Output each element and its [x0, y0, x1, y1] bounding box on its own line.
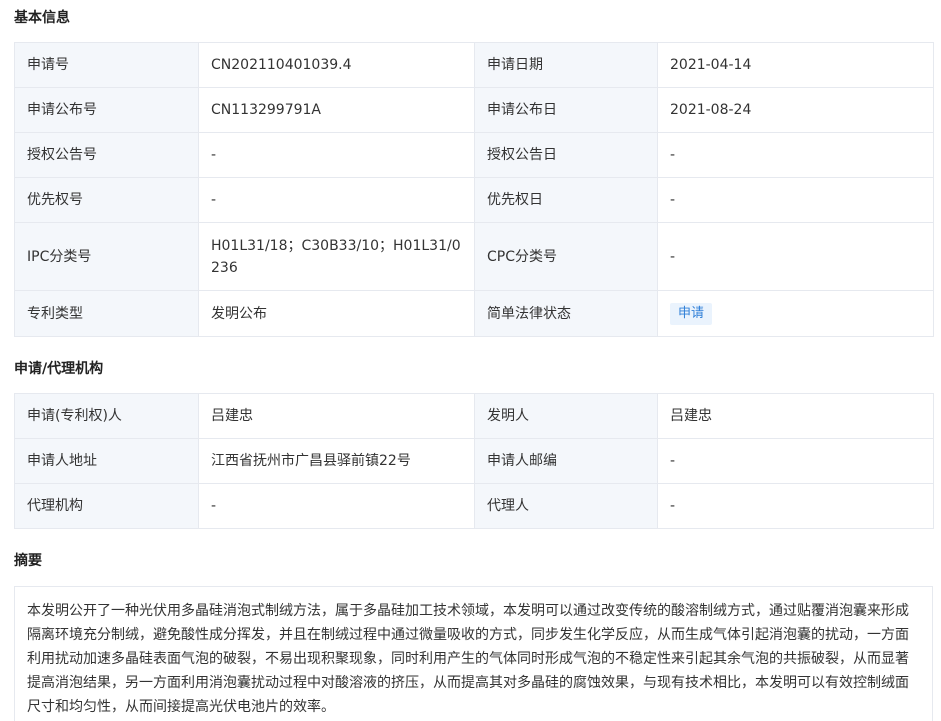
table-row: 代理机构 - 代理人 - — [14, 483, 934, 529]
section-title-basic-info: 基本信息 — [14, 10, 70, 26]
legal-status-cell: 申请 — [657, 290, 934, 337]
field-label: 简单法律状态 — [474, 290, 658, 337]
table-row: IPC分类号 H01L31/18；C30B33/10；H01L31/0236 C… — [14, 222, 934, 291]
field-value: H01L31/18；C30B33/10；H01L31/0236 — [198, 222, 475, 291]
field-value: 江西省抚州市广昌县驿前镇22号 — [198, 438, 475, 484]
field-value: 吕建忠 — [198, 393, 475, 439]
table-row: 申请号 CN202110401039.4 申请日期 2021-04-14 — [14, 42, 934, 88]
field-label: 申请日期 — [474, 42, 658, 88]
abstract-text: 本发明公开了一种光伏用多晶硅消泡式制绒方法，属于多晶硅加工技术领域，本发明可以通… — [14, 586, 933, 721]
field-label: 优先权日 — [474, 177, 658, 223]
field-label: 代理人 — [474, 483, 658, 529]
field-value: - — [657, 483, 934, 529]
field-value: - — [657, 438, 934, 484]
table-row: 专利类型 发明公布 简单法律状态 申请 — [14, 290, 934, 337]
field-value: - — [657, 222, 934, 291]
field-label: 优先权号 — [14, 177, 199, 223]
field-value: - — [198, 483, 475, 529]
table-row: 授权公告号 - 授权公告日 - — [14, 132, 934, 178]
field-value: - — [657, 177, 934, 223]
field-label: 申请公布号 — [14, 87, 199, 133]
table-row: 申请(专利权)人 吕建忠 发明人 吕建忠 — [14, 393, 934, 439]
field-label: 授权公告号 — [14, 132, 199, 178]
field-label: IPC分类号 — [14, 222, 199, 291]
field-label: 申请人地址 — [14, 438, 199, 484]
field-label: 专利类型 — [14, 290, 199, 337]
field-label: 授权公告日 — [474, 132, 658, 178]
field-value: - — [657, 132, 934, 178]
table-row: 优先权号 - 优先权日 - — [14, 177, 934, 223]
field-value: CN113299791A — [198, 87, 475, 133]
field-value: 2021-08-24 — [657, 87, 934, 133]
field-label: 代理机构 — [14, 483, 199, 529]
field-value: 吕建忠 — [657, 393, 934, 439]
basic-info-table: 申请号 CN202110401039.4 申请日期 2021-04-14 申请公… — [14, 42, 934, 337]
status-badge: 申请 — [670, 303, 713, 325]
section-title-abstract: 摘要 — [14, 553, 42, 569]
field-label: 发明人 — [474, 393, 658, 439]
field-label: 申请号 — [14, 42, 199, 88]
field-label: 申请(专利权)人 — [14, 393, 199, 439]
field-value: - — [198, 177, 475, 223]
table-row: 申请人地址 江西省抚州市广昌县驿前镇22号 申请人邮编 - — [14, 438, 934, 484]
field-value: 发明公布 — [198, 290, 475, 337]
field-label: 申请公布日 — [474, 87, 658, 133]
field-value: CN202110401039.4 — [198, 42, 475, 88]
table-row: 申请公布号 CN113299791A 申请公布日 2021-08-24 — [14, 87, 934, 133]
field-label: 申请人邮编 — [474, 438, 658, 484]
section-title-agency: 申请/代理机构 — [14, 361, 104, 377]
agency-info-table: 申请(专利权)人 吕建忠 发明人 吕建忠 申请人地址 江西省抚州市广昌县驿前镇2… — [14, 393, 934, 529]
field-value: - — [198, 132, 475, 178]
field-label: CPC分类号 — [474, 222, 658, 291]
field-value: 2021-04-14 — [657, 42, 934, 88]
